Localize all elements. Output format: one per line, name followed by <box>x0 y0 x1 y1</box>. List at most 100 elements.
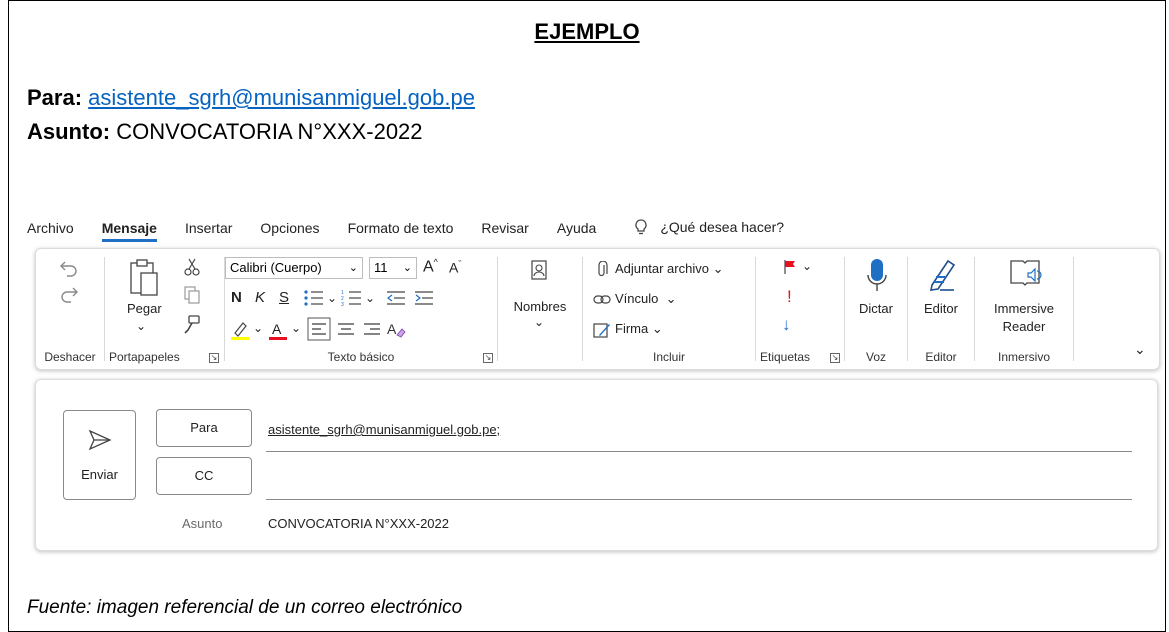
chevron-down-icon[interactable]: ⌄ <box>253 321 263 335</box>
group-inmersivo: Immersive Reader Inmersivo <box>975 249 1073 369</box>
bold-button[interactable]: N <box>231 289 242 306</box>
underline-button[interactable]: S <box>279 289 289 306</box>
cc-button[interactable]: CC <box>156 457 252 495</box>
send-button[interactable]: Enviar <box>63 410 136 500</box>
para-email-link[interactable]: asistente_sgrh@munisanmiguel.gob.pe <box>88 85 475 110</box>
font-size-value: 11 <box>374 260 388 275</box>
align-right-icon[interactable] <box>361 317 383 341</box>
group-voz: Dictar Voz <box>845 249 907 369</box>
paste-chevron-down-icon[interactable]: ⌄ <box>136 319 146 333</box>
portapapeles-launcher-icon[interactable]: ↘ <box>209 353 219 363</box>
font-family-select[interactable]: Calibri (Cuerpo) ⌄ <box>225 257 363 279</box>
link-icon <box>593 295 611 304</box>
search-what-to-do[interactable]: ¿Qué desea hacer? <box>632 218 784 236</box>
chevron-down-icon[interactable]: ⌄ <box>365 291 375 305</box>
asunto-value: CONVOCATORIA N°XXX-2022 <box>116 119 423 144</box>
redo-icon[interactable] <box>58 283 80 305</box>
document-para-line: Para: asistente_sgrh@munisanmiguel.gob.p… <box>27 85 475 111</box>
svg-text:3: 3 <box>341 302 344 307</box>
tab-formato-de-texto[interactable]: Formato de texto <box>348 218 454 238</box>
group-label-incluir: Incluir <box>652 350 685 364</box>
cc-field[interactable] <box>266 499 1132 500</box>
search-prompt: ¿Qué desea hacer? <box>660 219 785 235</box>
group-texto-basico: Calibri (Cuerpo) ⌄ 11 ⌄ A^ Aˇ N K S ⌄ 12… <box>225 249 497 369</box>
signature-icon <box>593 323 610 338</box>
to-button[interactable]: Para <box>156 409 252 447</box>
tab-insertar[interactable]: Insertar <box>185 218 232 238</box>
group-label-texto-basico: Texto básico <box>327 350 395 364</box>
document-asunto-line: Asunto: CONVOCATORIA N°XXX-2022 <box>27 119 423 145</box>
group-incluir: Adjuntar archivo ⌄ Vínculo ⌄ Firma ⌄ Inc… <box>583 249 755 369</box>
paste-label[interactable]: Pegar <box>127 301 162 316</box>
align-left-icon[interactable] <box>307 317 331 341</box>
font-color-icon[interactable]: A <box>267 319 289 341</box>
asunto-label: Asunto: <box>27 119 111 144</box>
flag-icon[interactable] <box>782 259 798 275</box>
clear-formatting-icon[interactable]: A <box>385 317 407 341</box>
attach-file-label: Adjuntar archivo <box>615 261 709 276</box>
editor-pen-icon[interactable] <box>926 257 958 293</box>
low-importance-icon[interactable]: ↓ <box>782 315 791 335</box>
subject-field[interactable]: CONVOCATORIA N°XXX-2022 <box>268 516 449 531</box>
group-editor: Editor Editor <box>908 249 974 369</box>
chevron-down-icon[interactable]: ⌄ <box>534 315 544 329</box>
chevron-down-icon[interactable]: ⌄ <box>327 291 337 305</box>
increase-indent-icon[interactable] <box>413 289 435 307</box>
address-book-icon[interactable] <box>528 259 550 281</box>
tab-mensaje[interactable]: Mensaje <box>101 218 157 242</box>
para-label: Para: <box>27 85 83 110</box>
decrease-indent-icon[interactable] <box>385 289 407 307</box>
chevron-down-icon: ⌄ <box>348 262 358 274</box>
dictate-button[interactable]: Dictar <box>845 301 907 316</box>
tab-opciones[interactable]: Opciones <box>260 218 319 238</box>
group-separator <box>1073 257 1074 361</box>
to-field[interactable]: asistente_sgrh@munisanmiguel.gob.pe; <box>268 422 500 437</box>
immersive-reader-label-1[interactable]: Immersive <box>975 301 1073 316</box>
ribbon-expand-chevron-icon[interactable]: ⌄ <box>1134 341 1146 358</box>
document-title: EJEMPLO <box>534 19 640 44</box>
send-label: Enviar <box>81 467 118 482</box>
numbering-icon[interactable]: 123 <box>341 289 363 307</box>
tab-ayuda[interactable]: Ayuda <box>557 218 596 238</box>
group-label-deshacer: Deshacer <box>44 350 96 364</box>
group-etiquetas: ⌄ ! ↓ Etiquetas ↘ <box>756 249 844 369</box>
tab-revisar[interactable]: Revisar <box>481 218 528 238</box>
tab-archivo[interactable]: Archivo <box>27 218 74 238</box>
group-label-editor: Editor <box>925 350 957 364</box>
microphone-icon[interactable] <box>865 257 889 297</box>
send-icon <box>88 429 112 451</box>
to-field-underline <box>266 451 1132 452</box>
italic-button[interactable]: K <box>255 289 265 306</box>
grow-font-icon[interactable]: A^ <box>423 257 438 276</box>
group-portapapeles: Pegar ⌄ Portapapeles ↘ <box>105 249 224 369</box>
immersive-reader-icon[interactable] <box>1009 257 1043 291</box>
shrink-font-icon[interactable]: Aˇ <box>449 259 461 276</box>
editor-button[interactable]: Editor <box>908 301 974 316</box>
attach-file-button[interactable]: Adjuntar archivo ⌄ <box>615 261 723 277</box>
subject-label: Asunto <box>182 516 223 531</box>
lightbulb-icon <box>635 219 647 235</box>
group-deshacer: Deshacer <box>36 249 104 369</box>
highlight-icon[interactable] <box>229 319 251 341</box>
font-family-value: Calibri (Cuerpo) <box>230 260 322 275</box>
svg-text:A: A <box>387 321 397 337</box>
chevron-down-icon[interactable]: ⌄ <box>802 259 812 273</box>
immersive-reader-label-2[interactable]: Reader <box>975 319 1073 334</box>
font-size-select[interactable]: 11 ⌄ <box>369 257 417 279</box>
undo-icon[interactable] <box>58 257 80 279</box>
ribbon-tabs: Archivo Mensaje Insertar Opciones Format… <box>27 218 784 244</box>
texto-basico-launcher-icon[interactable]: ↘ <box>483 353 493 363</box>
cut-icon[interactable] <box>183 257 201 277</box>
etiquetas-launcher-icon[interactable]: ↘ <box>830 353 840 363</box>
copy-icon[interactable] <box>183 285 201 305</box>
paste-icon[interactable] <box>127 257 161 299</box>
ribbon: Deshacer Pegar ⌄ Portapapeles ↘ Calibri … <box>35 248 1160 370</box>
nombres-label[interactable]: Nombres <box>506 299 574 314</box>
signature-button[interactable]: Firma ⌄ <box>615 321 663 337</box>
chevron-down-icon[interactable]: ⌄ <box>291 321 301 335</box>
bullets-icon[interactable] <box>303 289 325 307</box>
align-center-icon[interactable] <box>335 317 357 341</box>
format-painter-icon[interactable] <box>181 313 203 335</box>
link-button[interactable]: Vínculo ⌄ <box>615 291 677 307</box>
high-importance-icon[interactable]: ! <box>787 287 792 307</box>
